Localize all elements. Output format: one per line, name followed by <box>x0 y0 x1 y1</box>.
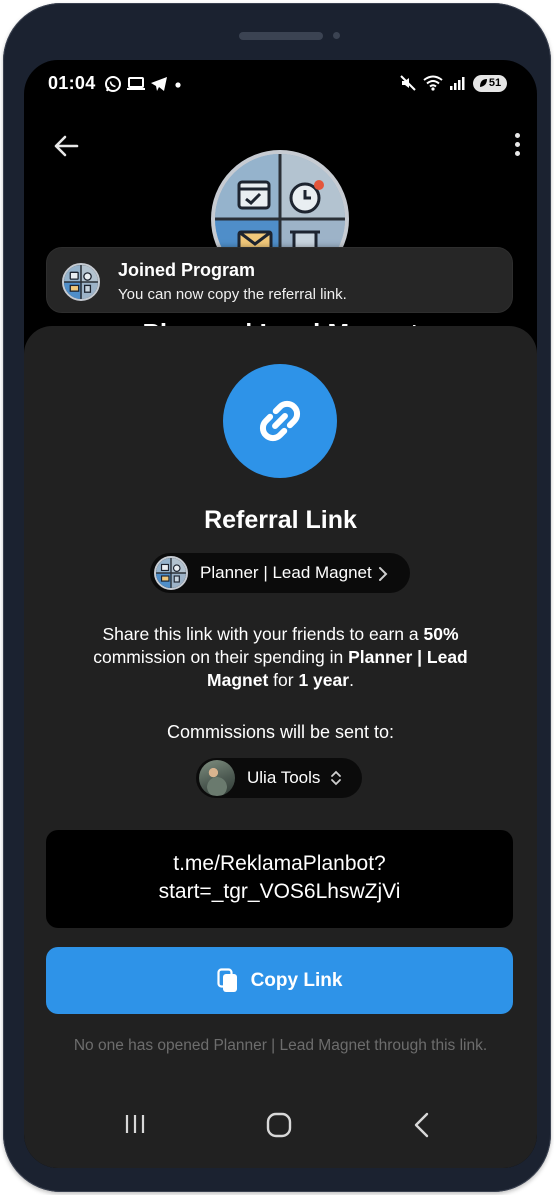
battery-level: 51 <box>488 77 502 89</box>
recipient-avatar <box>199 760 235 796</box>
toast-bot-avatar <box>62 263 100 301</box>
more-dot-icon <box>514 150 520 156</box>
notification-icons <box>104 73 184 95</box>
bot-chip-label: Planner | Lead Magnet <box>200 563 372 582</box>
screen: 01:04 51 Joined Program You can now copy… <box>24 60 537 1168</box>
home-button[interactable] <box>266 1112 292 1143</box>
recipient-name: Ulia Tools <box>247 768 321 787</box>
referral-link-box[interactable]: t.me/ReklamaPlanbot? start=_tgr_VOS6Lhsw… <box>46 830 513 928</box>
sheet-title: Referral Link <box>204 506 357 534</box>
navigation-bar <box>24 1084 537 1168</box>
home-icon <box>266 1112 292 1138</box>
planner-logo-icon <box>64 265 98 299</box>
arrow-left-icon <box>54 135 79 157</box>
copy-link-button[interactable]: Copy Link <box>46 947 513 1014</box>
battery-indicator: 51 <box>473 74 507 92</box>
chevron-left-icon <box>414 1112 429 1138</box>
toast-title: Joined Program <box>118 260 256 280</box>
link-opens-footnote: No one has opened Planner | Lead Magnet … <box>73 1037 488 1054</box>
description-text: commission on their spending in <box>93 647 349 667</box>
speaker-grille <box>239 32 323 40</box>
signal-icon <box>450 77 465 90</box>
whatsapp-icon <box>105 76 121 92</box>
description-text: for <box>268 670 299 690</box>
recents-button[interactable] <box>123 1112 147 1141</box>
nav-back-button[interactable] <box>412 1112 432 1143</box>
telegram-icon <box>151 77 167 91</box>
toast-message: You can now copy the referral link. <box>118 286 347 303</box>
more-notifications-dot-icon <box>175 82 181 88</box>
description-text: Share this link with your friends to ear… <box>102 624 424 644</box>
recipient-selector[interactable]: Ulia Tools <box>196 758 362 798</box>
planner-logo-icon <box>156 558 186 588</box>
copy-icon <box>216 967 237 992</box>
recents-icon <box>125 1115 145 1133</box>
copy-link-label: Copy Link <box>250 969 343 991</box>
laptop-icon <box>127 77 145 90</box>
commission-recipient-label: Commissions will be sent to: <box>166 722 395 742</box>
status-time: 01:04 <box>48 73 96 93</box>
back-button[interactable] <box>52 132 80 160</box>
joined-program-toast: Joined Program You can now copy the refe… <box>46 247 513 313</box>
link-icon <box>259 400 301 442</box>
bot-chip-avatar <box>154 556 188 590</box>
more-options-button[interactable] <box>509 128 525 160</box>
bot-chip[interactable]: Planner | Lead Magnet <box>150 553 410 593</box>
battery-saver-leaf-icon <box>479 79 487 87</box>
commission-duration: 1 year <box>298 670 350 690</box>
mute-icon <box>400 75 416 91</box>
phone-frame: 01:04 51 Joined Program You can now copy… <box>3 3 551 1192</box>
front-camera <box>333 32 340 39</box>
description-text: . <box>349 670 354 690</box>
chevron-right-icon <box>378 567 388 581</box>
status-bar: 01:04 51 <box>24 60 537 108</box>
system-icons: 51 <box>399 74 507 92</box>
more-dot-icon <box>514 132 520 138</box>
chevron-up-down-icon <box>331 770 342 786</box>
link-badge <box>223 364 337 478</box>
referral-link-line-2: start=_tgr_VOS6LhswZjVi <box>158 880 401 903</box>
commission-percent: 50% <box>423 624 459 644</box>
referral-link-sheet: Referral Link Planner | Lead Magnet Shar… <box>24 326 537 1168</box>
more-dot-icon <box>514 141 520 147</box>
referral-link-line-1: t.me/ReklamaPlanbot? <box>173 852 386 875</box>
referral-description: Share this link with your friends to ear… <box>64 623 497 692</box>
wifi-icon <box>423 75 443 91</box>
